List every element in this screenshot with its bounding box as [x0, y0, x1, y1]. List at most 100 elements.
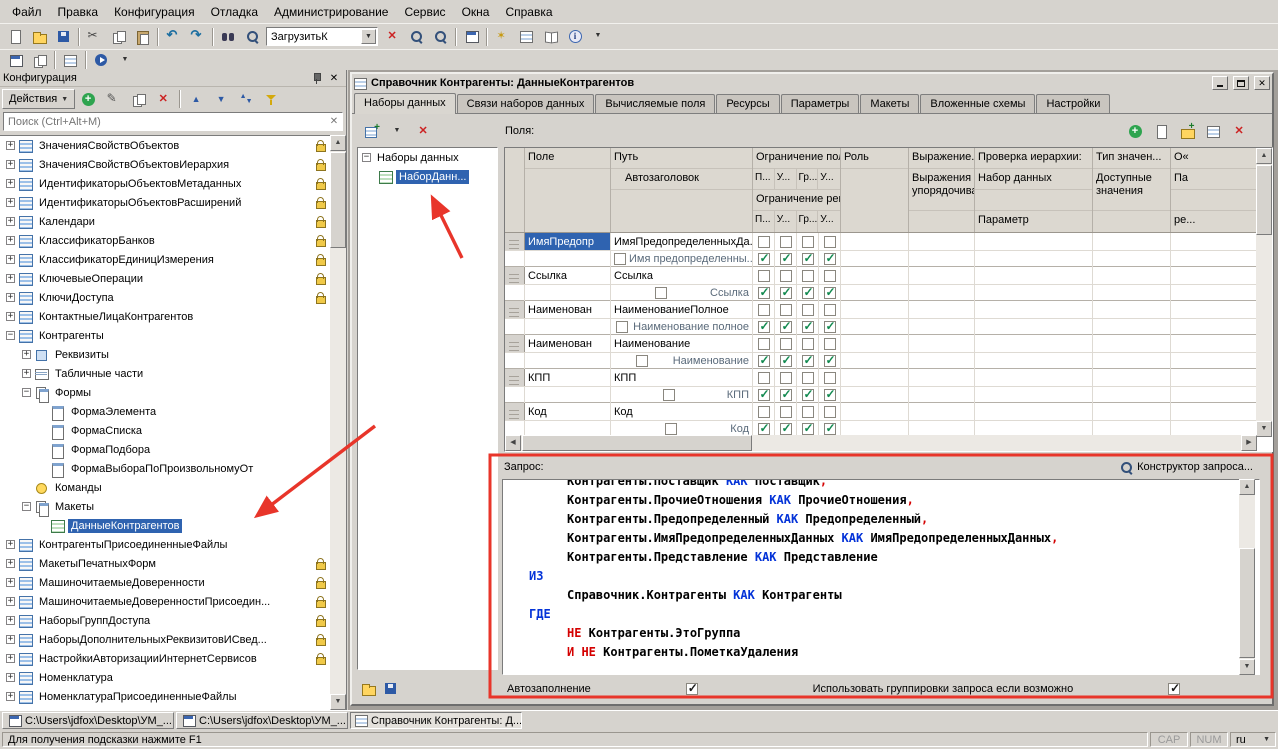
restriction-checkbox-unchecked[interactable] [824, 236, 836, 248]
row-grip[interactable] [505, 403, 525, 420]
expander-expand-icon[interactable]: + [6, 141, 15, 150]
restriction-checkbox-checked[interactable] [780, 287, 792, 299]
field-path-cell[interactable]: Код [611, 403, 753, 420]
tree-item-ФормаСписка[interactable]: ФормаСписка [0, 421, 346, 440]
menu-Правка[interactable]: Правка [50, 2, 107, 22]
row-grip[interactable] [505, 267, 525, 284]
move-up-button[interactable] [184, 89, 208, 110]
dataset-add-options-button[interactable] [385, 121, 409, 142]
field-name-cell[interactable]: Код [525, 403, 611, 420]
syntax-check-button[interactable] [490, 26, 514, 47]
copy-object-button[interactable] [126, 89, 150, 110]
about-button[interactable] [562, 26, 586, 47]
column-header-expression[interactable]: Выражение... [909, 148, 974, 169]
restriction-checkbox-unchecked[interactable] [758, 372, 770, 384]
restriction-checkbox-unchecked[interactable] [802, 236, 814, 248]
autotitle-checkbox[interactable] [665, 423, 677, 435]
quick-search-combo[interactable]: ЗагрузитьК ▼ [266, 27, 378, 46]
search-prev-button[interactable] [428, 26, 452, 47]
scroll-thumb[interactable] [330, 152, 346, 248]
restriction-checkbox-checked[interactable] [802, 321, 814, 333]
scroll-thumb[interactable] [1239, 548, 1255, 658]
row-grip[interactable] [505, 301, 525, 318]
tree-item-МакетыПечатныхФорм[interactable]: +МакетыПечатныхФорм [0, 554, 346, 573]
expander-expand-icon[interactable]: + [6, 293, 15, 302]
expander-expand-icon[interactable]: + [6, 179, 15, 188]
autotitle-checkbox[interactable] [614, 253, 626, 265]
add-field-folder-button[interactable] [1175, 121, 1199, 142]
restriction-checkbox-checked[interactable] [758, 321, 770, 333]
minimize-button[interactable] [1212, 76, 1228, 90]
field-name-cell[interactable]: ИмяПредопр [525, 233, 611, 250]
field-name-cell[interactable]: КПП [525, 369, 611, 386]
tab-Параметры[interactable]: Параметры [781, 94, 860, 113]
tree-item-НаборыДополнительныхРеквизитовИСвед[interactable]: +НаборыДополнительныхРеквизитовИСвед... [0, 630, 346, 649]
restriction-checkbox-unchecked[interactable] [780, 304, 792, 316]
menu-Конфигурация[interactable]: Конфигурация [106, 2, 203, 22]
restriction-checkbox-unchecked[interactable] [780, 338, 792, 350]
tab-Настройки[interactable]: Настройки [1036, 94, 1110, 113]
scroll-down-icon[interactable]: ▼ [1256, 421, 1272, 437]
restriction-checkbox-checked[interactable] [780, 355, 792, 367]
scroll-thumb[interactable] [1256, 165, 1272, 235]
autotitle-checkbox[interactable] [636, 355, 648, 367]
find-button[interactable] [240, 26, 264, 47]
restriction-checkbox-unchecked[interactable] [780, 270, 792, 282]
menu-Отладка[interactable]: Отладка [203, 2, 266, 22]
tree-item-КлючиДоступа[interactable]: +КлючиДоступа [0, 288, 346, 307]
restriction-checkbox-unchecked[interactable] [758, 338, 770, 350]
row-grip[interactable] [505, 369, 525, 386]
tree-item-МашиночитаемыеДоверенности[interactable]: +МашиночитаемыеДоверенности [0, 573, 346, 592]
combo-dropdown-icon[interactable]: ▼ [361, 29, 376, 44]
column-header-field[interactable]: Поле [525, 148, 610, 169]
field-name-cell[interactable]: Наименован [525, 301, 611, 318]
restriction-checkbox-unchecked[interactable] [758, 304, 770, 316]
column-header-attr-restriction[interactable]: Ограничение рекв... [753, 190, 840, 211]
close-panel-button[interactable]: ✕ [325, 71, 343, 86]
restriction-checkbox-unchecked[interactable] [824, 406, 836, 418]
compare-configuration-button[interactable] [27, 50, 51, 71]
tree-item-ЗначенияСвойствОбъектов[interactable]: +ЗначенияСвойствОбъектов [0, 136, 346, 155]
menu-Сервис[interactable]: Сервис [396, 2, 453, 22]
menu-Справка[interactable]: Справка [497, 2, 560, 22]
language-indicator[interactable]: ru ▼ [1230, 732, 1276, 747]
tree-item-Номенклатура[interactable]: +Номенклатура [0, 668, 346, 687]
expander-expand-icon[interactable]: + [22, 369, 31, 378]
start-debugging-button[interactable] [89, 50, 113, 71]
tab-Вычисляемые поля[interactable]: Вычисляемые поля [595, 94, 715, 113]
query-constructor-link[interactable]: Конструктор запроса... [1119, 460, 1269, 475]
restriction-checkbox-unchecked[interactable] [780, 236, 792, 248]
expander-expand-icon[interactable]: + [6, 578, 15, 587]
filter-button[interactable] [259, 89, 283, 110]
menu-Файл[interactable]: Файл [4, 2, 50, 22]
pin-panel-button[interactable] [307, 71, 325, 86]
expander-collapse-icon[interactable]: − [22, 502, 31, 511]
restriction-checkbox-checked[interactable] [802, 287, 814, 299]
tree-item-Контрагенты[interactable]: −Контрагенты [0, 326, 346, 345]
restriction-checkbox-checked[interactable] [780, 253, 792, 265]
save-query-button[interactable] [381, 679, 399, 697]
taskbar-window-tab[interactable]: Справочник Контрагенты: Д... [350, 712, 522, 729]
tree-item-КлассификаторЕдиницИзмерения[interactable]: +КлассификаторЕдиницИзмерения [0, 250, 346, 269]
scroll-down-icon[interactable]: ▼ [1239, 659, 1255, 675]
restriction-checkbox-unchecked[interactable] [758, 236, 770, 248]
tree-item-КонтрагентыПрисоединенныеФайлы[interactable]: +КонтрагентыПрисоединенныеФайлы [0, 535, 346, 554]
configuration-tree-scrollbar[interactable]: ▲ ▼ [330, 135, 346, 710]
taskbar-window-tab[interactable]: C:\Users\jdfox\Desktop\УМ_... [2, 712, 174, 729]
taskbar-window-tab[interactable]: C:\Users\jdfox\Desktop\УМ_... [176, 712, 348, 729]
tree-item-Формы[interactable]: −Формы [0, 383, 346, 402]
restriction-checkbox-checked[interactable] [824, 423, 836, 435]
open-configuration-button[interactable] [3, 50, 27, 71]
query-text-editor[interactable]: Контрагенты.Поставщик КАК Поставщик,Конт… [502, 479, 1260, 675]
tree-item-Календари[interactable]: +Календари [0, 212, 346, 231]
restriction-checkbox-unchecked[interactable] [780, 406, 792, 418]
restriction-checkbox-unchecked[interactable] [802, 304, 814, 316]
scroll-down-icon[interactable]: ▼ [330, 694, 346, 710]
column-header-hierarchy[interactable]: Проверка иерархии: [975, 148, 1092, 169]
tab-Вложенные схемы[interactable]: Вложенные схемы [920, 94, 1035, 113]
menu-Окна[interactable]: Окна [454, 2, 498, 22]
dataset-item[interactable]: НаборДанн... [358, 167, 497, 186]
scroll-up-icon[interactable]: ▲ [1239, 479, 1255, 495]
format-button[interactable] [514, 26, 538, 47]
move-down-button[interactable] [209, 89, 233, 110]
